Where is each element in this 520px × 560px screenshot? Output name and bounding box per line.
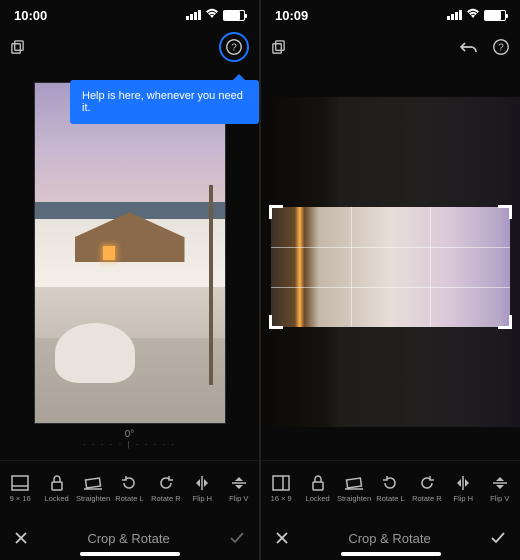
battery-icon [484, 10, 506, 21]
tool-label: Locked [45, 494, 69, 503]
angle-value: 0° [125, 429, 135, 440]
status-bar: 10:00 [0, 0, 259, 30]
tool-rotate-right[interactable]: Rotate R [409, 475, 445, 503]
crop-handle-tl[interactable] [269, 205, 283, 219]
tool-label: Rotate R [412, 494, 442, 503]
tool-flip-v[interactable]: Flip V [482, 475, 518, 503]
tool-label: Flip V [229, 494, 248, 503]
mode-title: Crop & Rotate [348, 531, 430, 546]
tool-rotate-left[interactable]: Rotate L [111, 475, 147, 503]
home-indicator[interactable] [80, 552, 180, 556]
svg-text:?: ? [231, 43, 237, 54]
tool-straighten[interactable]: Straighten [336, 475, 372, 503]
help-tooltip: Help is here, whenever you need it. [70, 80, 259, 124]
tool-aspect[interactable]: 16 × 9 [263, 475, 299, 503]
tool-label: Rotate L [115, 494, 143, 503]
clock: 10:09 [275, 8, 308, 23]
tool-locked[interactable]: Locked [299, 475, 335, 503]
tool-straighten[interactable]: Straighten [75, 475, 111, 503]
tool-label: Rotate R [151, 494, 181, 503]
status-bar: 10:09 [261, 0, 520, 30]
confirm-button[interactable] [490, 531, 506, 545]
tool-label: Rotate L [376, 494, 404, 503]
status-icons [186, 8, 245, 22]
photo-preview[interactable] [35, 83, 225, 423]
tool-flip-h[interactable]: Flip H [445, 475, 481, 503]
photo-preview[interactable] [261, 97, 520, 427]
tool-label: 16 × 9 [271, 494, 292, 503]
tool-label: Locked [306, 494, 330, 503]
clock: 10:00 [14, 8, 47, 23]
tool-flip-h[interactable]: Flip H [184, 475, 220, 503]
crop-handle-tr[interactable] [498, 205, 512, 219]
tool-label: 9 × 16 [10, 494, 31, 503]
tool-label: Straighten [76, 494, 110, 503]
top-bar: ? [261, 30, 520, 64]
wifi-icon [466, 8, 480, 22]
crop-handle-br[interactable] [498, 315, 512, 329]
cancel-button[interactable] [14, 531, 28, 545]
battery-icon [223, 10, 245, 21]
help-button[interactable]: ? [219, 32, 249, 62]
svg-text:?: ? [498, 43, 504, 54]
tool-rotate-right[interactable]: Rotate R [148, 475, 184, 503]
top-bar: ? [0, 30, 259, 64]
home-indicator[interactable] [341, 552, 441, 556]
crop-frame[interactable] [271, 207, 510, 327]
copy-icon[interactable] [10, 40, 25, 55]
cell-signal-icon [447, 10, 462, 20]
rotation-dial[interactable]: 0° · · · · · | · · · · · [83, 423, 176, 451]
crop-toolbar: 9 × 16 Locked Straighten Rotate L Rotate… [0, 460, 259, 516]
tool-locked[interactable]: Locked [38, 475, 74, 503]
undo-button[interactable] [460, 38, 478, 56]
wifi-icon [205, 8, 219, 22]
confirm-button[interactable] [229, 531, 245, 545]
dial-ticks: · · · · · | · · · · · [83, 440, 176, 449]
edit-canvas[interactable] [261, 64, 520, 460]
tool-aspect[interactable]: 9 × 16 [2, 475, 38, 503]
cancel-button[interactable] [275, 531, 289, 545]
tool-label: Flip H [454, 494, 474, 503]
crop-toolbar: 16 × 9 Locked Straighten Rotate L Rotate… [261, 460, 520, 516]
status-icons [447, 8, 506, 22]
tool-label: Flip V [490, 494, 509, 503]
tool-label: Straighten [337, 494, 371, 503]
tool-label: Flip H [193, 494, 213, 503]
tool-flip-v[interactable]: Flip V [221, 475, 257, 503]
help-button[interactable]: ? [492, 38, 510, 56]
mode-title: Crop & Rotate [87, 531, 169, 546]
tool-rotate-left[interactable]: Rotate L [372, 475, 408, 503]
phone-left: 10:00 ? Help is here, whenever you need … [0, 0, 259, 560]
cell-signal-icon [186, 10, 201, 20]
copy-icon[interactable] [271, 40, 286, 55]
phone-right: 10:09 ? [261, 0, 520, 560]
crop-handle-bl[interactable] [269, 315, 283, 329]
